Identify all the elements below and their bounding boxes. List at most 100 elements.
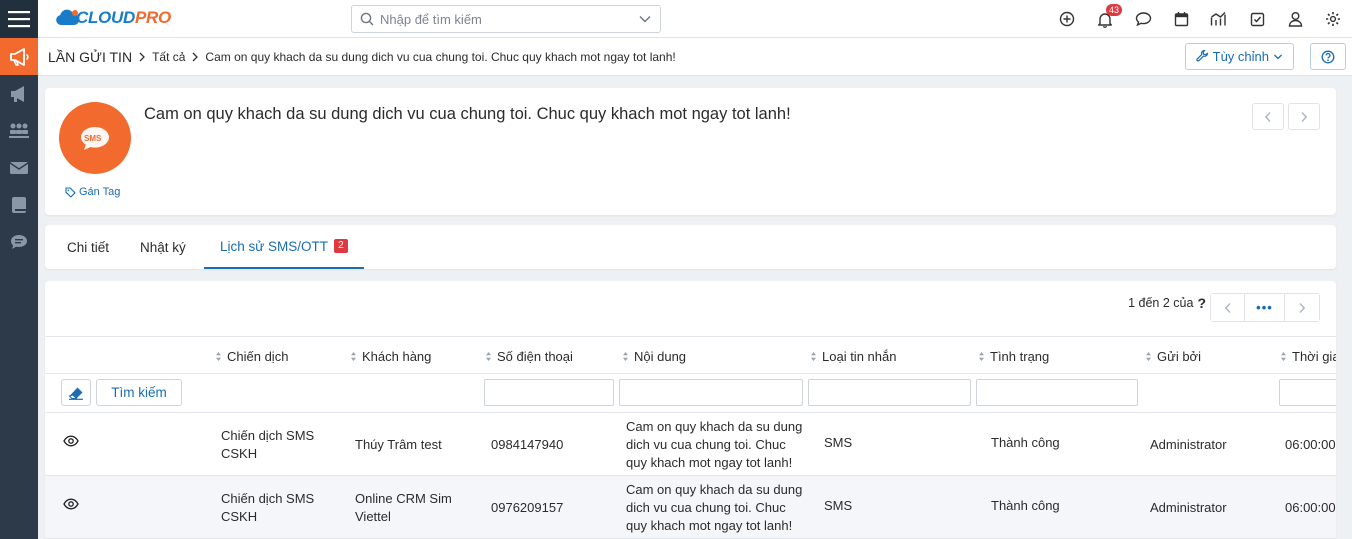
- chevron-left-icon: [1264, 111, 1271, 122]
- column-header-time[interactable]: Thời gian: [1280, 337, 1336, 375]
- profile-button[interactable]: [1276, 0, 1314, 38]
- filter-content-input[interactable]: [619, 379, 803, 406]
- cell-campaign[interactable]: Chiến dịch SMS CSKH: [221, 427, 321, 463]
- breadcrumb-module[interactable]: LẦN GỬI TIN: [48, 49, 132, 65]
- menu-toggle-button[interactable]: [0, 0, 38, 38]
- chevron-right-icon: [1299, 302, 1306, 313]
- calendar-button[interactable]: [1162, 0, 1200, 38]
- filter-status-input[interactable]: [976, 379, 1138, 406]
- eye-icon[interactable]: [63, 435, 79, 447]
- column-header-status[interactable]: Tình trạng: [978, 337, 1049, 375]
- column-header-phone[interactable]: Số điện thoại: [485, 337, 573, 375]
- sort-icon: [216, 351, 221, 361]
- tab-detail[interactable]: Chi tiết: [67, 225, 109, 269]
- add-tag-label: Gán Tag: [79, 186, 121, 198]
- chevron-down-icon[interactable]: [638, 14, 652, 24]
- help-button[interactable]: [1310, 43, 1346, 70]
- cloudpro-logo[interactable]: CLOUDPRO: [54, 8, 171, 28]
- megaphone-icon: [10, 47, 29, 66]
- tabs-bar: Chi tiết Nhật ký Lịch sử SMS/OTT 2: [45, 225, 1336, 269]
- cell-campaign[interactable]: Chiến dịch SMS CSKH: [221, 490, 321, 526]
- chat-button[interactable]: [1124, 0, 1162, 38]
- sidebar-item-sms-campaign[interactable]: [0, 38, 38, 75]
- cell-phone: 0984147940: [491, 437, 564, 452]
- sidebar-item-email[interactable]: [0, 149, 38, 186]
- tab-log[interactable]: Nhật ký: [140, 225, 186, 269]
- top-icons: 43: [1048, 0, 1352, 38]
- cell-phone: 0976209157: [491, 500, 564, 515]
- hamburger-icon: [8, 11, 30, 28]
- column-header-customer[interactable]: Khách hàng: [350, 337, 431, 375]
- cell-status: Thành công: [991, 498, 1060, 513]
- cell-content: Cam on quy khach da su dung dich vu cua …: [626, 482, 803, 533]
- tab-label: Lịch sử SMS/OTT: [220, 238, 329, 254]
- bullhorn-icon: [11, 85, 24, 102]
- previous-record-button[interactable]: [1252, 103, 1284, 130]
- column-header-sender[interactable]: Gửi bởi: [1145, 337, 1201, 375]
- book-icon: [12, 196, 26, 213]
- search-icon: [360, 12, 374, 26]
- prev-page-button[interactable]: [1211, 294, 1245, 321]
- record-header-card: SMS Gán Tag Cam on quy khach da su dung …: [45, 88, 1336, 215]
- sidebar-item-marketing[interactable]: [0, 75, 38, 112]
- top-bar: CLOUDPRO 43: [38, 0, 1352, 38]
- search-input[interactable]: [380, 11, 638, 27]
- filter-time-input[interactable]: [1279, 379, 1336, 406]
- chart-line-icon: [1210, 12, 1226, 26]
- gear-icon: [1326, 12, 1340, 26]
- wrench-icon: [1195, 50, 1208, 62]
- tab-sms-history[interactable]: Lịch sử SMS/OTT 2: [204, 225, 364, 269]
- avatar-text: SMS: [84, 134, 102, 143]
- table-row[interactable]: Chiến dịch SMS CSKH Online CRM Sim Viett…: [45, 476, 1336, 539]
- global-search[interactable]: [351, 5, 661, 33]
- sort-icon: [1281, 351, 1286, 361]
- next-record-button[interactable]: [1288, 103, 1320, 130]
- calendar-icon: [1174, 12, 1188, 27]
- sidebar-item-chat[interactable]: [0, 223, 38, 260]
- column-header-content[interactable]: Nội dung: [622, 337, 686, 375]
- chevron-right-icon: [139, 52, 145, 61]
- add-tag-link[interactable]: Gán Tag: [65, 186, 120, 198]
- cell-sender: Administrator: [1150, 500, 1227, 515]
- breadcrumb-all[interactable]: Tất cả: [152, 50, 185, 64]
- column-header-message-type[interactable]: Loại tin nhắn: [810, 337, 896, 375]
- cell-time: 06:00:00: [1285, 500, 1336, 515]
- eraser-icon: [68, 387, 83, 400]
- search-button[interactable]: Tìm kiếm: [96, 379, 182, 406]
- eye-icon[interactable]: [63, 498, 79, 510]
- sidebar-item-customers[interactable]: [0, 112, 38, 149]
- plus-circle-icon: [1059, 11, 1075, 27]
- customize-button[interactable]: Tùy chỉnh: [1184, 43, 1294, 70]
- paging-info: 1 đến 2 của ?: [1128, 295, 1206, 311]
- question-circle-icon: [1321, 50, 1335, 63]
- tag-icon: [65, 186, 76, 198]
- more-pages-button[interactable]: •••: [1245, 294, 1285, 321]
- cell-customer[interactable]: Thúy Trâm test: [355, 436, 475, 454]
- settings-button[interactable]: [1314, 0, 1352, 38]
- clear-filter-button[interactable]: [61, 379, 91, 406]
- reports-button[interactable]: [1200, 0, 1238, 38]
- breadcrumb: LẦN GỬI TIN Tất cả Cam on quy khach da s…: [38, 38, 1352, 76]
- filter-phone-input[interactable]: [484, 379, 614, 406]
- record-avatar: SMS: [59, 102, 131, 174]
- notification-count-badge: 43: [1106, 4, 1123, 16]
- chevron-left-icon: [1224, 302, 1231, 313]
- table-row[interactable]: Chiến dịch SMS CSKH Thúy Trâm test 09841…: [45, 413, 1336, 476]
- cell-customer[interactable]: Online CRM Sim Viettel: [355, 490, 465, 526]
- paging-help-icon[interactable]: ?: [1197, 295, 1206, 311]
- record-title: Cam on quy khach da su dung dich vu cua …: [144, 105, 791, 123]
- add-button[interactable]: [1048, 0, 1086, 38]
- tasks-button[interactable]: [1238, 0, 1276, 38]
- sidebar-item-docs[interactable]: [0, 186, 38, 223]
- envelope-icon: [9, 161, 29, 174]
- notifications-button[interactable]: 43: [1086, 0, 1124, 38]
- column-header-campaign[interactable]: Chiến dịch: [215, 337, 288, 375]
- cell-time: 06:00:00: [1285, 437, 1336, 452]
- chat-bubble-icon: [11, 234, 27, 249]
- filter-message-type-input[interactable]: [808, 379, 971, 406]
- cell-message-type: SMS: [824, 435, 853, 450]
- next-page-button[interactable]: [1285, 294, 1319, 321]
- chevron-right-icon: [1301, 111, 1308, 122]
- tab-label: Nhật ký: [140, 239, 186, 255]
- sort-icon: [623, 351, 628, 361]
